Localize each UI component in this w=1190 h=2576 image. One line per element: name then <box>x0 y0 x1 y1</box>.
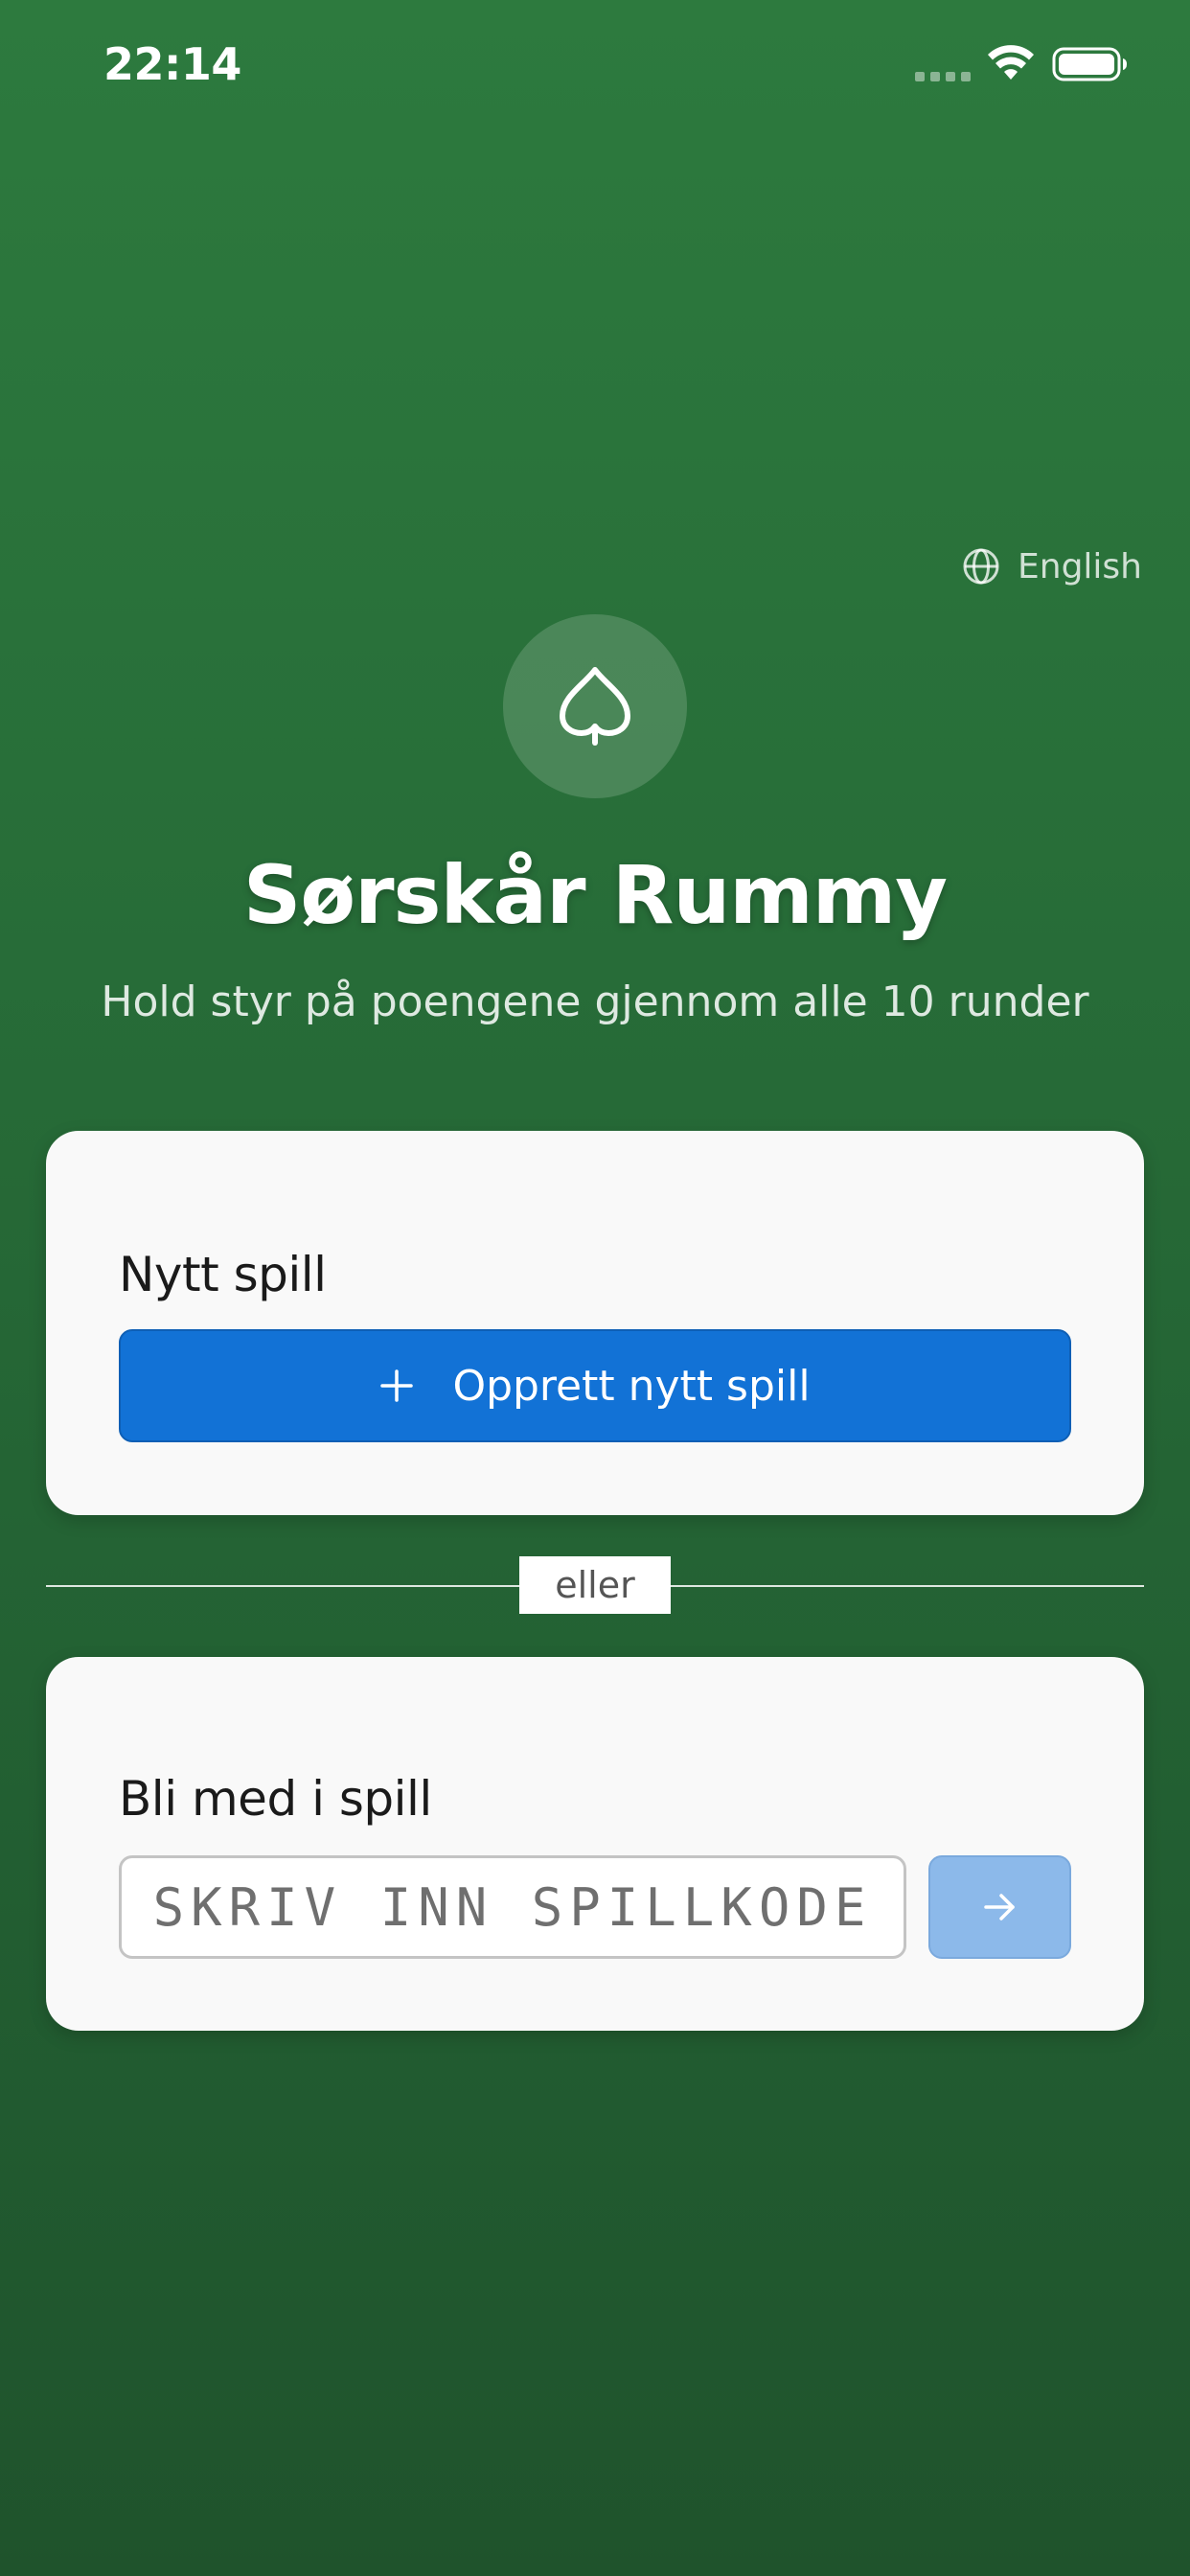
new-game-card: Nytt spill Opprett nytt spill <box>46 1131 1144 1515</box>
status-time: 22:14 <box>103 38 241 90</box>
status-bar: 22:14 <box>0 0 1190 128</box>
new-game-title: Nytt spill <box>119 1247 327 1302</box>
language-switch[interactable]: English <box>962 542 1142 590</box>
language-label: English <box>1018 546 1142 586</box>
battery-icon <box>1052 47 1127 81</box>
arrow-right-icon <box>983 1894 1015 1920</box>
cellular-signal-icon <box>915 72 971 81</box>
app-logo <box>503 614 687 798</box>
globe-icon <box>963 548 999 585</box>
join-game-button[interactable] <box>928 1855 1071 1959</box>
game-code-input[interactable] <box>119 1855 906 1959</box>
create-game-label: Opprett nytt spill <box>452 1361 811 1411</box>
create-game-button[interactable]: Opprett nytt spill <box>119 1329 1071 1442</box>
app-title: Sørskår Rummy <box>242 848 948 942</box>
app-subtitle: Hold styr på poengene gjennom alle 10 ru… <box>101 978 1089 1026</box>
wifi-icon <box>988 45 1034 80</box>
join-game-card: Bli med i spill <box>46 1657 1144 2031</box>
join-game-title: Bli med i spill <box>119 1771 432 1827</box>
divider-label: eller <box>519 1556 671 1614</box>
plus-icon <box>380 1369 414 1402</box>
spade-icon <box>560 667 630 746</box>
